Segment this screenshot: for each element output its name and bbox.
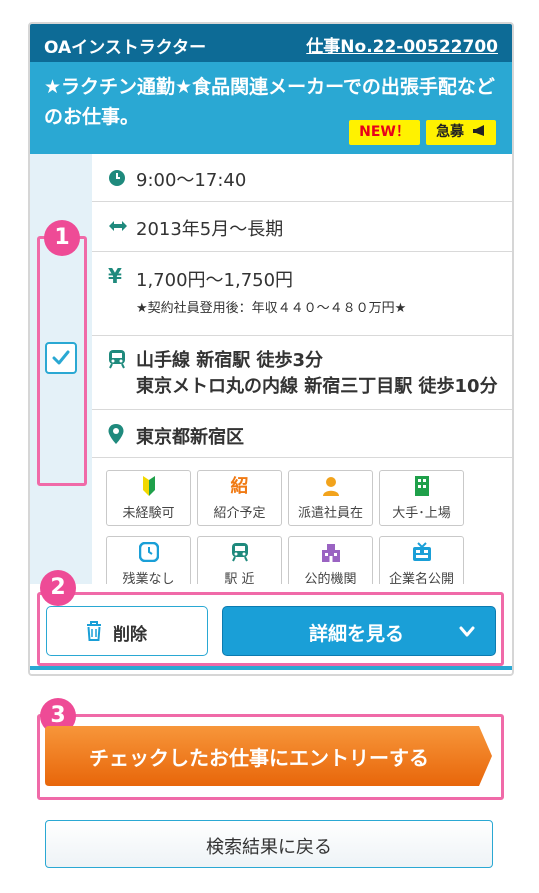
tag-label: 大手･上場 bbox=[392, 506, 451, 521]
urgent-badge: 急募 bbox=[426, 120, 496, 145]
callout-2-number: 2 bbox=[40, 570, 76, 606]
double-arrow-icon bbox=[109, 221, 127, 231]
tag-label: 未経験可 bbox=[122, 506, 175, 521]
card-header: OAインストラクター 仕事No.22-00522700 bbox=[30, 24, 512, 62]
clock-icon bbox=[109, 170, 125, 186]
back-to-results-button[interactable]: 検索結果に戻る bbox=[45, 820, 493, 868]
location-row: 東京都新宿区 bbox=[92, 410, 512, 458]
card-bottom-accent bbox=[30, 666, 512, 670]
tag-label: 派遣社員在 bbox=[297, 506, 363, 521]
train-icon bbox=[109, 350, 125, 369]
access-line-2: 東京メトロ丸の内線 新宿三丁目駅 徒歩10分 bbox=[136, 376, 498, 397]
period-row: 2013年5月〜長期 bbox=[92, 202, 512, 252]
job-number-link[interactable]: 仕事No.22-00522700 bbox=[306, 32, 498, 57]
wage-note: ★契約社員登用後：年収４４０〜４８０万円★ bbox=[136, 301, 407, 316]
person-icon bbox=[289, 476, 372, 498]
train-icon bbox=[198, 542, 281, 564]
entry-checked-jobs-button[interactable]: チェックしたお仕事にエントリーする bbox=[45, 726, 493, 786]
callout-2-frame bbox=[37, 592, 504, 666]
work-period: 2013年5月〜長期 bbox=[136, 219, 284, 240]
urgent-badge-label: 急募 bbox=[436, 124, 465, 140]
tag-label: 紹介予定 bbox=[213, 506, 266, 521]
access-row: 山手線 新宿駅 徒歩3分 東京メトロ丸の内線 新宿三丁目駅 徒歩10分 bbox=[92, 336, 512, 410]
tag-major-listed: 大手･上場 bbox=[379, 470, 464, 526]
hourly-wage: 1,700円〜1,750円 bbox=[136, 270, 294, 291]
entry-button-label: チェックしたお仕事にエントリーする bbox=[89, 746, 429, 770]
access-line-1: 山手線 新宿駅 徒歩3分 bbox=[136, 350, 324, 371]
title-band: ★ラクチン通勤★食品関連メーカーでの出張手配などのお仕事。 NEW！ 急募 bbox=[30, 62, 512, 154]
tag-no-experience: 未経験可 bbox=[106, 470, 191, 526]
callout-1-number: 1 bbox=[44, 220, 80, 256]
wage-row: ¥ 1,700円〜1,750円 ★契約社員登用後：年収４４０〜４８０万円★ bbox=[92, 252, 512, 336]
callout-1-frame bbox=[37, 236, 87, 486]
work-location: 東京都新宿区 bbox=[136, 427, 244, 448]
work-hours: 9:00〜17:40 bbox=[136, 170, 247, 191]
public-office-icon bbox=[289, 542, 372, 564]
building-icon bbox=[380, 476, 463, 498]
megaphone-icon bbox=[472, 125, 484, 136]
map-pin-icon bbox=[108, 424, 124, 444]
job-type: OAインストラクター bbox=[44, 38, 207, 58]
referral-icon: 紹 bbox=[230, 476, 249, 497]
clock-icon bbox=[107, 541, 190, 564]
beginner-mark-icon bbox=[107, 476, 190, 498]
back-button-label: 検索結果に戻る bbox=[206, 837, 332, 858]
yen-icon: ¥ bbox=[108, 264, 122, 288]
tag-referral: 紹 紹介予定 bbox=[197, 470, 282, 526]
tag-staff-present: 派遣社員在 bbox=[288, 470, 373, 526]
new-badge: NEW！ bbox=[349, 120, 420, 145]
hours-row: 9:00〜17:40 bbox=[92, 154, 512, 202]
company-icon bbox=[380, 542, 463, 564]
job-card: OAインストラクター 仕事No.22-00522700 ★ラクチン通勤★食品関連… bbox=[28, 22, 514, 676]
